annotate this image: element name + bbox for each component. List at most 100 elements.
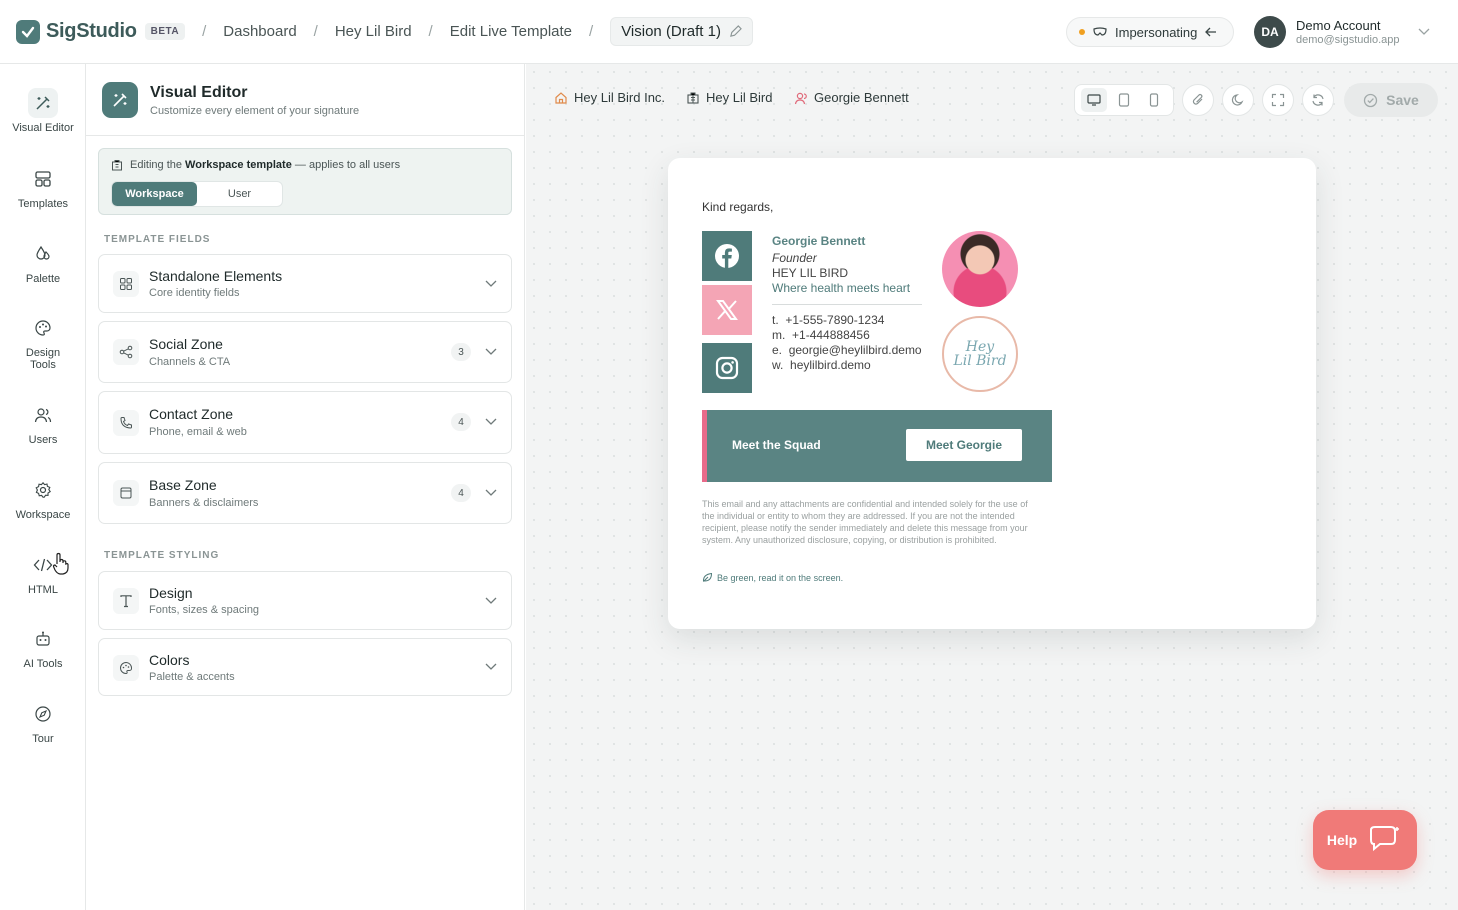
rail-item-palette[interactable]: Palette [0, 239, 86, 285]
style-card-design[interactable]: Design Fonts, sizes & spacing [98, 571, 512, 630]
context-user[interactable]: Georgie Bennett [794, 90, 909, 105]
building-icon [112, 160, 122, 171]
wand-icon [102, 82, 138, 118]
save-button[interactable]: Save [1344, 83, 1438, 117]
rail-item-ai-tools[interactable]: AI Tools [0, 624, 86, 670]
impersonating-label: Impersonating [1115, 24, 1198, 40]
instagram-icon[interactable] [702, 343, 752, 393]
save-label: Save [1386, 92, 1419, 108]
arrow-left-icon [1205, 27, 1217, 37]
refresh-icon[interactable] [1302, 84, 1334, 116]
account-name: Demo Account [1296, 18, 1381, 33]
brand[interactable]: SigStudio BETA [16, 19, 186, 44]
building-icon [687, 92, 699, 104]
rail-label: Visual Editor [12, 122, 74, 134]
mobile-icon[interactable] [1141, 88, 1167, 112]
breadcrumb-edit-template[interactable]: Edit Live Template [450, 23, 572, 40]
context-company[interactable]: Hey Lil Bird Inc. [554, 90, 665, 105]
impersonating-button[interactable]: Impersonating [1066, 17, 1234, 47]
chevron-down-icon [485, 280, 497, 287]
palette-icon [28, 313, 58, 343]
rail-label: Workspace [15, 509, 71, 521]
field-card-standalone[interactable]: Standalone Elements Core identity fields [98, 254, 512, 313]
field-card-social-zone[interactable]: Social Zone Channels & CTA 3 [98, 321, 512, 383]
editing-suffix: — applies to all users [294, 159, 401, 171]
field-card-contact-zone[interactable]: Contact Zone Phone, email & web 4 [98, 391, 512, 454]
rail-label: Tour [32, 733, 54, 745]
contact-website: w. heylilbird.demo [772, 358, 871, 372]
divider [772, 304, 922, 305]
style-card-colors[interactable]: Colors Palette & accents [98, 638, 512, 696]
pencil-icon[interactable] [729, 25, 742, 38]
card-subtitle: Palette & accents [149, 671, 235, 683]
rail-item-workspace[interactable]: Workspace [0, 475, 86, 521]
breadcrumb-dashboard[interactable]: Dashboard [223, 23, 296, 40]
account-menu[interactable]: DA Demo Account demo@sigstudio.app [1254, 16, 1430, 48]
draft-title: Vision (Draft 1) [621, 23, 721, 40]
contact-email: e. georgie@heylilbird.demo [772, 343, 922, 357]
rail-item-visual-editor[interactable]: Visual Editor [0, 88, 86, 134]
editing-target: Workspace template [185, 159, 292, 171]
bot-icon [28, 624, 58, 654]
panel-title: Visual Editor [150, 83, 248, 101]
breadcrumb-current-draft[interactable]: Vision (Draft 1) [610, 17, 753, 46]
moon-icon[interactable] [1222, 84, 1254, 116]
card-title: Colors [149, 652, 190, 668]
beta-badge: BETA [144, 23, 186, 40]
brand-name: SigStudio [46, 20, 137, 42]
divider [86, 135, 525, 136]
contact-phone: t. +1-555-7890-1234 [772, 313, 885, 327]
fullscreen-icon[interactable] [1262, 84, 1294, 116]
context-company-label: Hey Lil Bird Inc. [574, 90, 666, 105]
profile-photo [942, 231, 1018, 307]
section-heading-styling: TEMPLATE STYLING [104, 550, 220, 561]
rail-item-templates[interactable]: Templates [0, 164, 86, 210]
banner-text: Meet the Squad [732, 438, 821, 452]
help-button[interactable]: Help [1313, 810, 1417, 870]
card-subtitle: Channels & CTA [149, 356, 231, 368]
visual-editor-panel: Visual Editor Customize every element of… [86, 64, 525, 910]
mask-icon [1093, 27, 1107, 36]
greeting: Kind regards, [702, 200, 774, 214]
gear-icon [28, 475, 58, 505]
scope-toggle: Workspace User [111, 181, 283, 207]
brand-logo-icon [16, 19, 40, 44]
segment-workspace[interactable]: Workspace [112, 182, 197, 206]
rail-item-html[interactable]: HTML [0, 550, 86, 596]
segment-user[interactable]: User [197, 182, 282, 206]
editing-scope-text: Editing the Workspace template — applies… [111, 159, 400, 171]
desktop-icon[interactable] [1081, 88, 1107, 112]
rail-item-design-tools[interactable]: Design Tools [0, 313, 86, 371]
count-badge: 4 [451, 413, 471, 431]
paperclip-icon[interactable] [1182, 84, 1214, 116]
context-user-label: Georgie Bennett [814, 90, 909, 105]
banner-button[interactable]: Meet Georgie [906, 429, 1022, 461]
card-title: Design [149, 585, 193, 601]
status-dot [1079, 29, 1085, 35]
rail-item-tour[interactable]: Tour [0, 699, 86, 745]
company-logo: Hey Lil Bird [942, 316, 1018, 392]
card-subtitle: Banners & disclaimers [149, 497, 259, 509]
device-toggle [1074, 84, 1174, 116]
tablet-icon[interactable] [1111, 88, 1137, 112]
signature-preview[interactable]: Kind regards, Georgie Bennett Founder HE… [668, 158, 1316, 629]
field-card-base-zone[interactable]: Base Zone Banners & disclaimers 4 [98, 462, 512, 524]
context-workspace[interactable]: Hey Lil Bird [686, 90, 772, 105]
share-icon [113, 339, 139, 365]
card-title: Base Zone [149, 477, 217, 493]
x-twitter-icon[interactable] [702, 285, 752, 335]
section-heading-fields: TEMPLATE FIELDS [104, 234, 211, 245]
chevron-down-icon [485, 597, 497, 604]
count-badge: 4 [451, 484, 471, 502]
breadcrumb-workspace[interactable]: Hey Lil Bird [335, 23, 412, 40]
rail-label: HTML [28, 584, 58, 596]
home-icon [555, 91, 567, 104]
user-icon [794, 92, 807, 104]
top-bar: SigStudio BETA / Dashboard / Hey Lil Bir… [0, 0, 1458, 64]
chevron-down-icon [485, 489, 497, 496]
rail-item-users[interactable]: Users [0, 400, 86, 446]
rail-label: Design Tools [25, 347, 61, 371]
facebook-icon[interactable] [702, 231, 752, 281]
chevron-down-icon [485, 663, 497, 670]
palette-icon [113, 655, 139, 681]
